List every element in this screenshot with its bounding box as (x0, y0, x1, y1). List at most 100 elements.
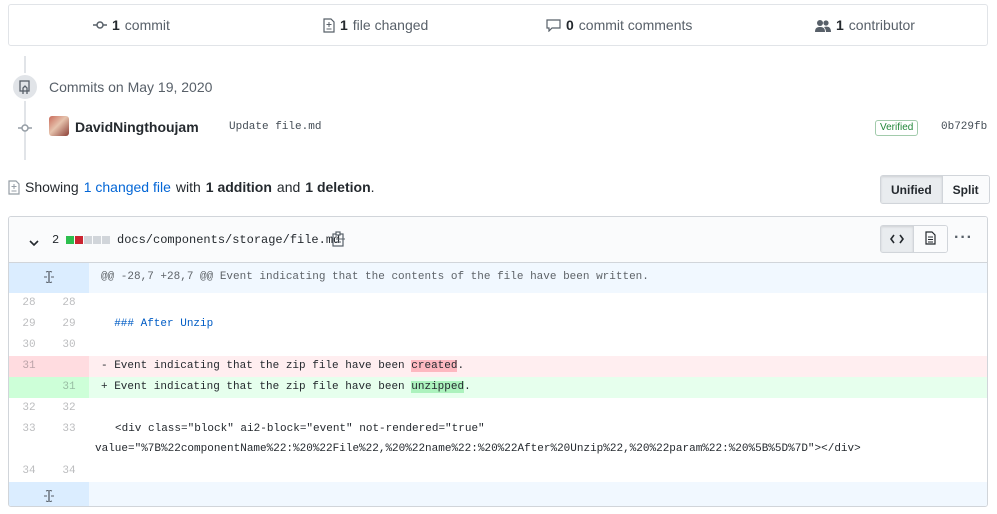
diff-line: 34 34 (9, 461, 987, 482)
file-diff-icon (323, 17, 335, 33)
showing-period: . (370, 179, 375, 195)
diffstat-count: 2 (52, 233, 60, 247)
commits-label: commit (124, 17, 170, 33)
repo-push-icon (11, 73, 39, 101)
git-commit-icon (93, 20, 107, 30)
line-code (89, 335, 987, 356)
diffstat-block-add (66, 236, 74, 244)
line-text: <div class="block" ai2-block="event" not… (115, 423, 485, 435)
commit-summary-bar: 1 commit 1 file changed 0 commit comment… (8, 4, 988, 46)
diff-line: 28 28 (9, 293, 987, 314)
line-code: ### After Unzip (89, 314, 987, 335)
contributors-link[interactable]: 1 contributor (815, 5, 915, 45)
chevron-down-icon[interactable] (29, 234, 39, 250)
people-icon (815, 19, 831, 32)
commit-message-link[interactable]: Update file.md (229, 121, 321, 133)
split-button[interactable]: Split (942, 176, 989, 203)
showing-with: with (175, 179, 201, 195)
copy-path-icon[interactable] (332, 231, 346, 250)
old-line-number[interactable]: 33 (9, 419, 49, 461)
line-code (89, 293, 987, 314)
line-text: + Event indicating that the zip file hav… (101, 381, 412, 393)
rich-diff-button[interactable] (914, 226, 947, 252)
timeline-line (24, 56, 26, 160)
git-commit-icon (18, 122, 32, 134)
line-code (89, 461, 987, 482)
diff-line: 33 33 <div class="block" ai2-block="even… (9, 419, 987, 461)
old-line-number[interactable] (9, 377, 49, 398)
removed-word: created (411, 360, 458, 372)
showing-and: and (276, 179, 301, 195)
line-text: . (457, 360, 465, 372)
hunk-footer-spacer (89, 482, 987, 506)
new-line-number[interactable]: 34 (49, 461, 89, 482)
new-line-number[interactable]: 29 (49, 314, 89, 335)
commit-sha-link[interactable]: 0b729fb (941, 121, 987, 133)
comment-icon (546, 18, 561, 32)
line-text-wrapped: value="%7B%22componentName%22:%20%22File… (95, 443, 861, 455)
source-diff-button[interactable] (881, 226, 914, 252)
code-icon (890, 231, 904, 247)
deletions-count: 1 deletion (305, 179, 371, 195)
file-header: 2 docs/components/storage/file.md ··· (9, 217, 987, 263)
new-line-number[interactable]: 31 (49, 377, 89, 398)
diff-summary: Showing 1 changed file with 1 addition a… (8, 179, 375, 195)
old-line-number[interactable]: 32 (9, 398, 49, 419)
added-word: unzipped (411, 381, 465, 393)
contributors-label: contributor (848, 17, 915, 33)
unified-button[interactable]: Unified (881, 176, 943, 203)
new-line-number[interactable]: 33 (49, 419, 89, 461)
diffstat-block-neutral (84, 236, 92, 244)
hunk-footer-row (9, 482, 987, 506)
expand-down-icon[interactable] (9, 482, 89, 506)
changed-files-link[interactable]: 1 changed file (84, 179, 171, 195)
line-code (89, 398, 987, 419)
avatar[interactable] (49, 116, 69, 136)
commits-count: 1 (112, 17, 120, 33)
line-code: - Event indicating that the zip file hav… (89, 356, 987, 377)
line-code: + Event indicating that the zip file hav… (89, 377, 987, 398)
line-code: <div class="block" ai2-block="event" not… (89, 419, 987, 461)
commit-comments-link[interactable]: 0 commit comments (546, 5, 692, 45)
markdown-heading: ### After Unzip (114, 318, 214, 330)
comments-count: 0 (566, 17, 574, 33)
deleted-line: 31 - Event indicating that the zip file … (9, 356, 987, 377)
line-text: . (464, 381, 471, 393)
commit-author-link[interactable]: DavidNingthoujam (75, 119, 199, 135)
added-line: 31 + Event indicating that the zip file … (9, 377, 987, 398)
showing-prefix: Showing (25, 179, 79, 195)
files-changed-link[interactable]: 1 file changed (323, 5, 428, 45)
new-line-number[interactable]: 28 (49, 293, 89, 314)
old-line-number[interactable]: 28 (9, 293, 49, 314)
verified-badge[interactable]: Verified (875, 120, 919, 136)
old-line-number[interactable]: 29 (9, 314, 49, 335)
contributors-count: 1 (836, 17, 844, 33)
diff-table: @@ -28,7 +28,7 @@ Event indicating that … (9, 263, 987, 506)
diff-line: 29 29 ### After Unzip (9, 314, 987, 335)
diffstat-block-neutral (102, 236, 110, 244)
new-line-number[interactable]: 30 (49, 335, 89, 356)
new-line-number[interactable]: 32 (49, 398, 89, 419)
additions-count: 1 addition (205, 179, 272, 195)
kebab-menu-icon[interactable]: ··· (954, 229, 973, 247)
diff-line: 32 32 (9, 398, 987, 419)
old-line-number[interactable]: 31 (9, 356, 49, 377)
files-count: 1 (340, 17, 348, 33)
old-line-number[interactable]: 30 (9, 335, 49, 356)
diffstat-block-del (75, 236, 83, 244)
old-line-number[interactable]: 34 (9, 461, 49, 482)
file-diff: 2 docs/components/storage/file.md ··· @@… (8, 216, 988, 507)
expand-up-icon[interactable] (9, 263, 89, 293)
commits-date-heading: Commits on May 19, 2020 (49, 79, 213, 95)
commits-count-link[interactable]: 1 commit (93, 5, 170, 45)
file-path-link[interactable]: docs/components/storage/file.md (117, 233, 340, 247)
new-line-number[interactable] (49, 356, 89, 377)
file-view-toggle (880, 225, 948, 253)
file-diff-icon (8, 179, 20, 195)
hunk-header: @@ -28,7 +28,7 @@ Event indicating that … (89, 263, 987, 293)
diff-view-toggle: Unified Split (880, 175, 990, 204)
diff-line: 30 30 (9, 335, 987, 356)
line-text: - Event indicating that the zip file hav… (101, 360, 412, 372)
comments-label: commit comments (578, 17, 693, 33)
diffstat-block-neutral (93, 236, 101, 244)
